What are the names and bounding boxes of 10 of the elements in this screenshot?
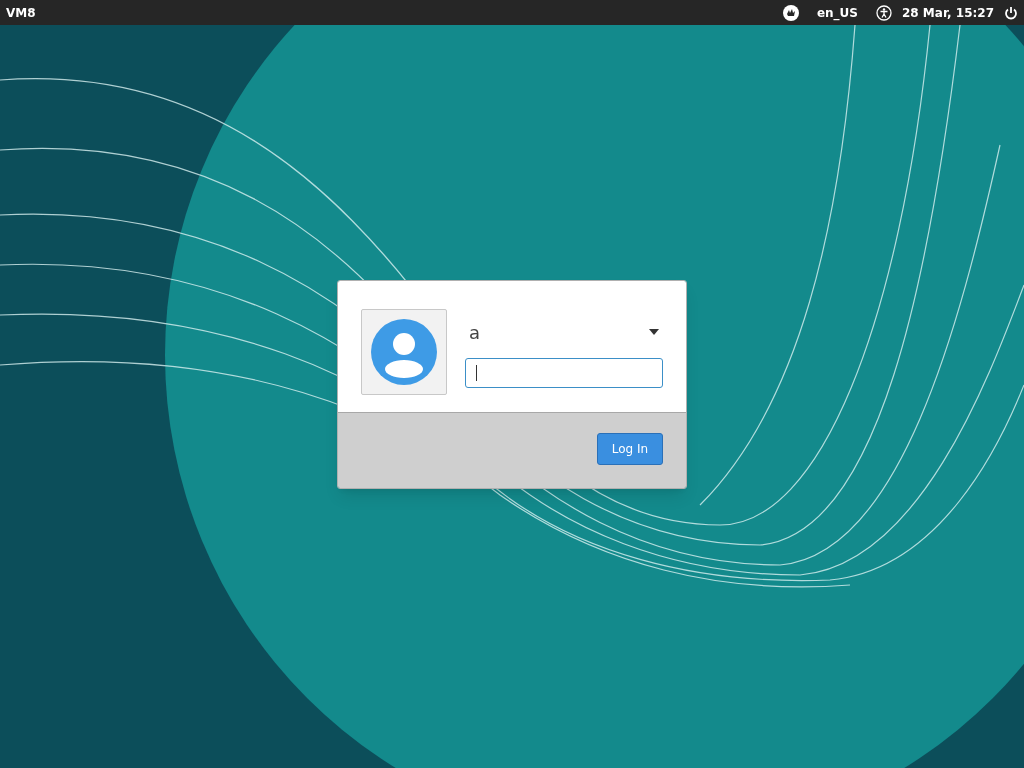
accessibility-icon[interactable] (876, 4, 892, 21)
power-icon[interactable] (1004, 5, 1018, 20)
host-name: VM8 (6, 4, 36, 22)
user-avatar-icon (371, 319, 437, 385)
keyboard-layout[interactable]: en_US (816, 3, 858, 22)
username[interactable]: a (469, 318, 481, 346)
text-cursor (476, 365, 477, 381)
dropdown-caret-icon[interactable] (649, 329, 659, 335)
date-time[interactable]: 28 Mar, 15:27 (902, 3, 994, 22)
password-field[interactable] (465, 358, 663, 388)
